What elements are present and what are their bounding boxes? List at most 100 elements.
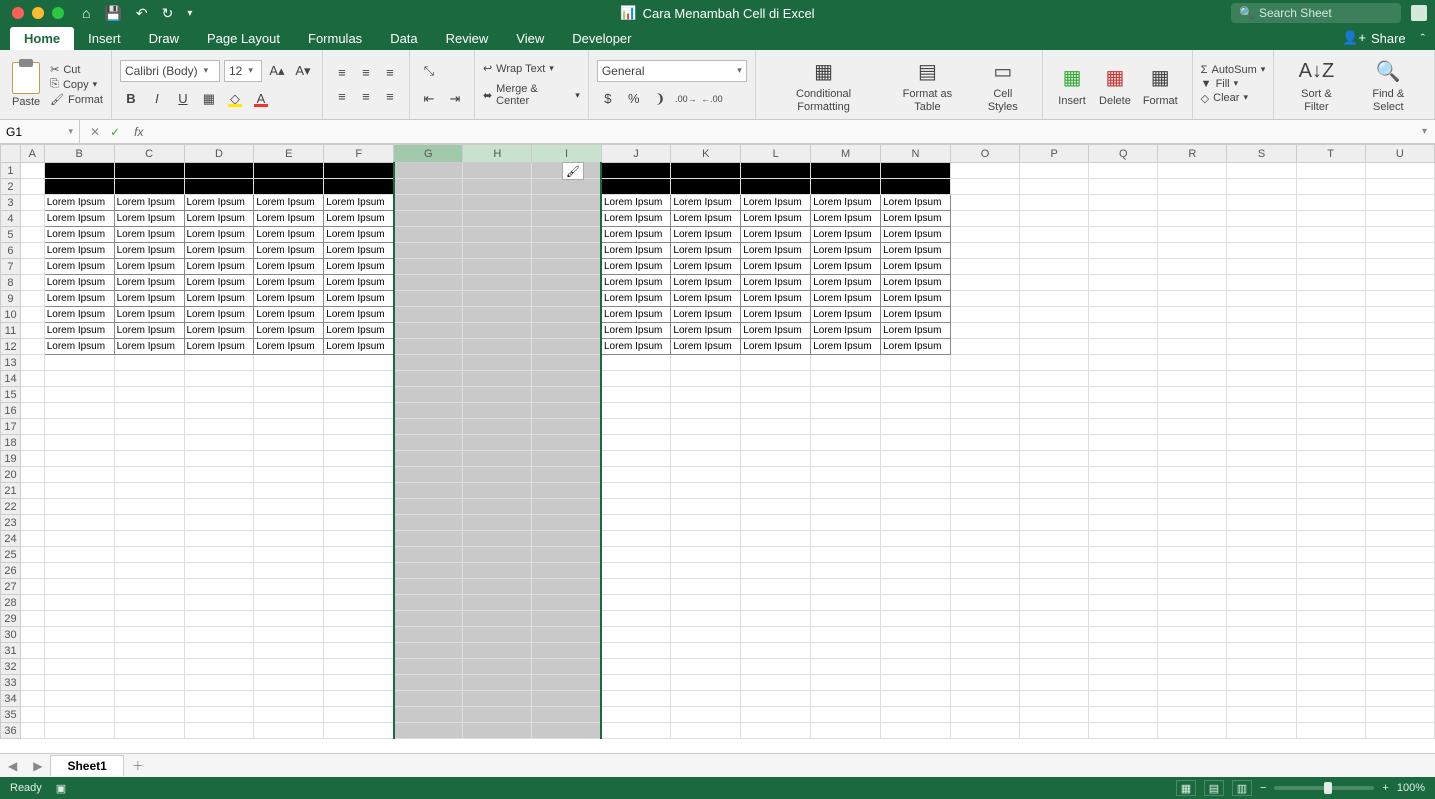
- cell-U33[interactable]: [1365, 675, 1434, 691]
- column-header-M[interactable]: M: [811, 145, 881, 163]
- cell-L3[interactable]: Lorem Ipsum: [741, 195, 811, 211]
- cell-C12[interactable]: Lorem Ipsum: [114, 339, 184, 355]
- cell-G7[interactable]: [394, 259, 463, 275]
- cell-Q29[interactable]: [1089, 611, 1158, 627]
- increase-indent-icon[interactable]: ⇥: [444, 88, 466, 110]
- cell-A10[interactable]: [20, 307, 44, 323]
- cell-S32[interactable]: [1227, 659, 1296, 675]
- cell-R35[interactable]: [1158, 707, 1227, 723]
- cell-F21[interactable]: [324, 483, 394, 499]
- cell-K16[interactable]: [671, 403, 741, 419]
- cell-H6[interactable]: [463, 243, 532, 259]
- cell-T26[interactable]: [1296, 563, 1365, 579]
- qat-dropdown-icon[interactable]: ▾: [187, 8, 192, 19]
- cell-H33[interactable]: [463, 675, 532, 691]
- cell-F5[interactable]: Lorem Ipsum: [324, 227, 394, 243]
- cell-Q32[interactable]: [1089, 659, 1158, 675]
- cell-I5[interactable]: [532, 227, 601, 243]
- cell-Q5[interactable]: [1089, 227, 1158, 243]
- cell-O4[interactable]: [950, 211, 1019, 227]
- cell-A9[interactable]: [20, 291, 44, 307]
- row-header-3[interactable]: 3: [1, 195, 21, 211]
- cell-N19[interactable]: [881, 451, 951, 467]
- cell-B6[interactable]: Lorem Ipsum: [44, 243, 114, 259]
- cell-F6[interactable]: Lorem Ipsum: [324, 243, 394, 259]
- cell-O18[interactable]: [950, 435, 1019, 451]
- cell-I8[interactable]: [532, 275, 601, 291]
- cell-P4[interactable]: [1020, 211, 1089, 227]
- cell-R10[interactable]: [1158, 307, 1227, 323]
- cell-I30[interactable]: [532, 627, 601, 643]
- cell-M4[interactable]: Lorem Ipsum: [811, 211, 881, 227]
- cell-M25[interactable]: [811, 547, 881, 563]
- cell-B5[interactable]: Lorem Ipsum: [44, 227, 114, 243]
- page-break-view-icon[interactable]: ▥: [1232, 780, 1252, 796]
- cell-T5[interactable]: [1296, 227, 1365, 243]
- cell-E9[interactable]: Lorem Ipsum: [254, 291, 324, 307]
- cell-U35[interactable]: [1365, 707, 1434, 723]
- cell-A8[interactable]: [20, 275, 44, 291]
- cell-E19[interactable]: [254, 451, 324, 467]
- cell-S29[interactable]: [1227, 611, 1296, 627]
- cell-K14[interactable]: [671, 371, 741, 387]
- cell-N34[interactable]: [881, 691, 951, 707]
- bold-button[interactable]: B: [120, 88, 142, 110]
- cell-A30[interactable]: [20, 627, 44, 643]
- cell-F28[interactable]: [324, 595, 394, 611]
- cell-J28[interactable]: [601, 595, 671, 611]
- cell-M26[interactable]: [811, 563, 881, 579]
- cell-A34[interactable]: [20, 691, 44, 707]
- cell-L23[interactable]: [741, 515, 811, 531]
- cell-F32[interactable]: [324, 659, 394, 675]
- cell-A7[interactable]: [20, 259, 44, 275]
- cell-U25[interactable]: [1365, 547, 1434, 563]
- font-size-select[interactable]: 12▾: [224, 60, 262, 82]
- cell-S4[interactable]: [1227, 211, 1296, 227]
- cell-C5[interactable]: Lorem Ipsum: [114, 227, 184, 243]
- cell-P25[interactable]: [1020, 547, 1089, 563]
- cell-M27[interactable]: [811, 579, 881, 595]
- cell-H27[interactable]: [463, 579, 532, 595]
- cell-K11[interactable]: Lorem Ipsum: [671, 323, 741, 339]
- column-header-L[interactable]: L: [741, 145, 811, 163]
- cell-H1[interactable]: [463, 163, 532, 179]
- font-name-select[interactable]: Calibri (Body)▾: [120, 60, 220, 82]
- cell-E33[interactable]: [254, 675, 324, 691]
- cell-T35[interactable]: [1296, 707, 1365, 723]
- cell-N2[interactable]: [881, 179, 951, 195]
- cell-Q26[interactable]: [1089, 563, 1158, 579]
- cell-B18[interactable]: [44, 435, 114, 451]
- cell-K4[interactable]: Lorem Ipsum: [671, 211, 741, 227]
- cell-P22[interactable]: [1020, 499, 1089, 515]
- cell-C10[interactable]: Lorem Ipsum: [114, 307, 184, 323]
- cell-A1[interactable]: [20, 163, 44, 179]
- cell-B31[interactable]: [44, 643, 114, 659]
- row-header-2[interactable]: 2: [1, 179, 21, 195]
- cell-A12[interactable]: [20, 339, 44, 355]
- cell-S31[interactable]: [1227, 643, 1296, 659]
- cell-L4[interactable]: Lorem Ipsum: [741, 211, 811, 227]
- cell-U10[interactable]: [1365, 307, 1434, 323]
- cell-G6[interactable]: [394, 243, 463, 259]
- cell-U19[interactable]: [1365, 451, 1434, 467]
- cell-H16[interactable]: [463, 403, 532, 419]
- search-input[interactable]: [1259, 6, 1393, 20]
- cut-button[interactable]: ✂Cut: [50, 63, 103, 76]
- cell-M34[interactable]: [811, 691, 881, 707]
- cell-C13[interactable]: [114, 355, 184, 371]
- cell-I22[interactable]: [532, 499, 601, 515]
- cell-K29[interactable]: [671, 611, 741, 627]
- cell-C28[interactable]: [114, 595, 184, 611]
- cell-B4[interactable]: Lorem Ipsum: [44, 211, 114, 227]
- cell-P36[interactable]: [1020, 723, 1089, 739]
- cell-S3[interactable]: [1227, 195, 1296, 211]
- cell-T22[interactable]: [1296, 499, 1365, 515]
- cell-H36[interactable]: [463, 723, 532, 739]
- cell-S8[interactable]: [1227, 275, 1296, 291]
- cell-L35[interactable]: [741, 707, 811, 723]
- cell-O9[interactable]: [950, 291, 1019, 307]
- cell-K8[interactable]: Lorem Ipsum: [671, 275, 741, 291]
- cell-O6[interactable]: [950, 243, 1019, 259]
- orientation-icon[interactable]: ⤡: [418, 60, 440, 82]
- cell-O10[interactable]: [950, 307, 1019, 323]
